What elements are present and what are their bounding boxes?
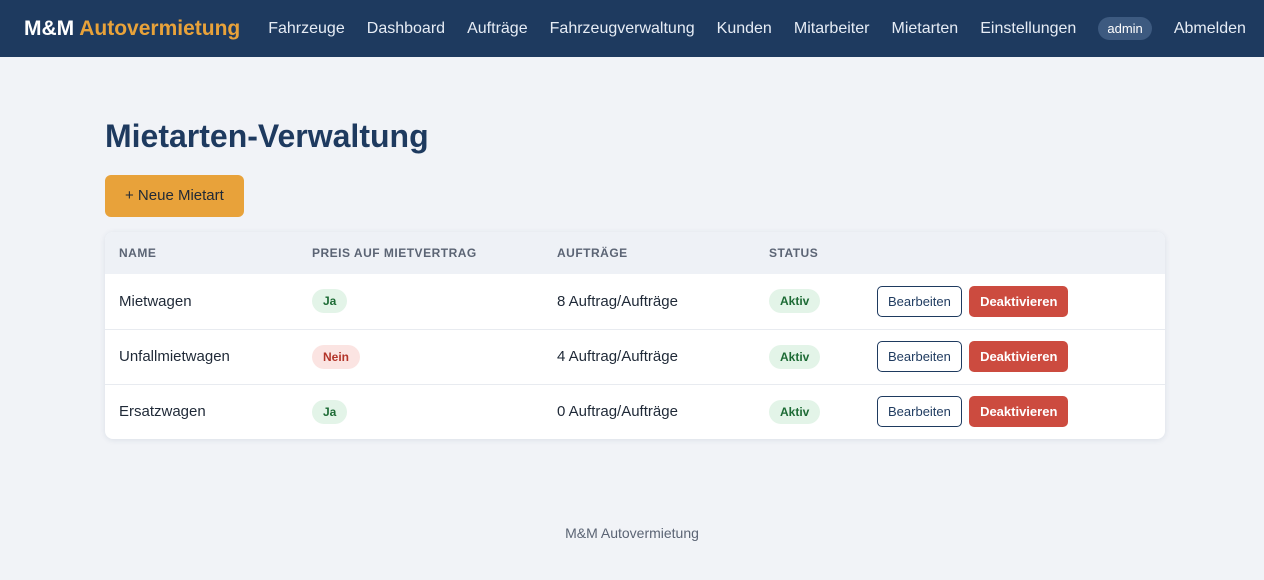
nav-link-dashboard[interactable]: Dashboard [367, 20, 445, 38]
cell-status: Aktiv [755, 329, 863, 384]
header-name: NAME [119, 246, 157, 260]
deactivate-button[interactable]: Deaktivieren [969, 285, 1069, 317]
cell-price: Nein [298, 329, 543, 384]
status-badge: Aktiv [769, 399, 821, 424]
header-actions [863, 232, 1165, 274]
table-row: Mietwagen Ja 8 Auftrag/Aufträge Aktiv Be… [105, 274, 1165, 329]
table-header-row: NAME PREIS AUF MIETVERTRAG AUFTRÄGE STAT… [105, 232, 1165, 274]
cell-name: Ersatzwagen [119, 403, 206, 421]
brand-accent: Autovermietung [79, 16, 241, 40]
edit-button[interactable]: Bearbeiten [877, 341, 962, 372]
brand-logo[interactable]: M&M Autovermietung [24, 17, 240, 41]
rental-types-table-card: NAME PREIS AUF MIETVERTRAG AUFTRÄGE STAT… [105, 232, 1165, 439]
cell-actions: Bearbeiten Deaktivieren [863, 274, 1165, 329]
deactivate-button[interactable]: Deaktivieren [969, 341, 1069, 372]
price-badge: Ja [312, 399, 348, 424]
nav-link-fahrzeuge[interactable]: Fahrzeuge [268, 20, 345, 38]
price-badge: Ja [312, 289, 348, 314]
table-row: Unfallmietwagen Nein 4 Auftrag/Aufträge … [105, 329, 1165, 384]
edit-button[interactable]: Bearbeiten [877, 285, 962, 317]
cell-actions: Bearbeiten Deaktivieren [863, 329, 1165, 384]
nav-link-fahrzeugverwaltung[interactable]: Fahrzeugverwaltung [550, 20, 695, 38]
cell-orders: 4 Auftrag/Aufträge [557, 348, 678, 365]
header-price: PREIS AUF MIETVERTRAG [312, 246, 477, 260]
table-row: Ersatzwagen Ja 0 Auftrag/Aufträge Aktiv … [105, 384, 1165, 439]
nav-links: Fahrzeuge Dashboard Aufträge Fahrzeugver… [268, 17, 1246, 40]
deactivate-button[interactable]: Deaktivieren [969, 396, 1069, 428]
price-badge: Nein [312, 344, 361, 369]
cell-price: Ja [298, 274, 543, 329]
nav-link-auftraege[interactable]: Aufträge [467, 20, 527, 38]
cell-actions: Bearbeiten Deaktivieren [863, 384, 1165, 439]
brand-primary: M&M [24, 16, 75, 40]
cell-orders: 8 Auftrag/Aufträge [557, 292, 678, 310]
nav-link-mitarbeiter[interactable]: Mitarbeiter [794, 20, 870, 38]
cell-status: Aktiv [755, 384, 863, 439]
cell-price: Ja [298, 384, 543, 439]
nav-link-kunden[interactable]: Kunden [717, 20, 772, 38]
cell-orders: 0 Auftrag/Aufträge [557, 403, 678, 421]
cell-status: Aktiv [755, 274, 863, 329]
status-badge: Aktiv [769, 289, 821, 314]
cell-name: Mietwagen [119, 292, 192, 310]
top-navbar: M&M Autovermietung Fahrzeuge Dashboard A… [0, 0, 1264, 57]
rental-types-table: NAME PREIS AUF MIETVERTRAG AUFTRÄGE STAT… [105, 232, 1165, 439]
edit-button[interactable]: Bearbeiten [877, 396, 962, 428]
main-content: Mietarten-Verwaltung + Neue Mietart NAME… [105, 57, 1165, 439]
new-rental-type-button[interactable]: + Neue Mietart [105, 175, 244, 217]
cell-name: Unfallmietwagen [119, 348, 230, 365]
page-footer: M&M Autovermietung [565, 525, 699, 541]
page-title: Mietarten-Verwaltung [105, 118, 429, 154]
header-orders: AUFTRÄGE [557, 246, 628, 260]
user-badge: admin [1098, 17, 1152, 40]
nav-link-mietarten[interactable]: Mietarten [892, 20, 959, 38]
header-status: STATUS [769, 246, 819, 260]
status-badge: Aktiv [769, 344, 821, 369]
nav-link-einstellungen[interactable]: Einstellungen [980, 20, 1076, 38]
logout-link[interactable]: Abmelden [1174, 20, 1246, 38]
